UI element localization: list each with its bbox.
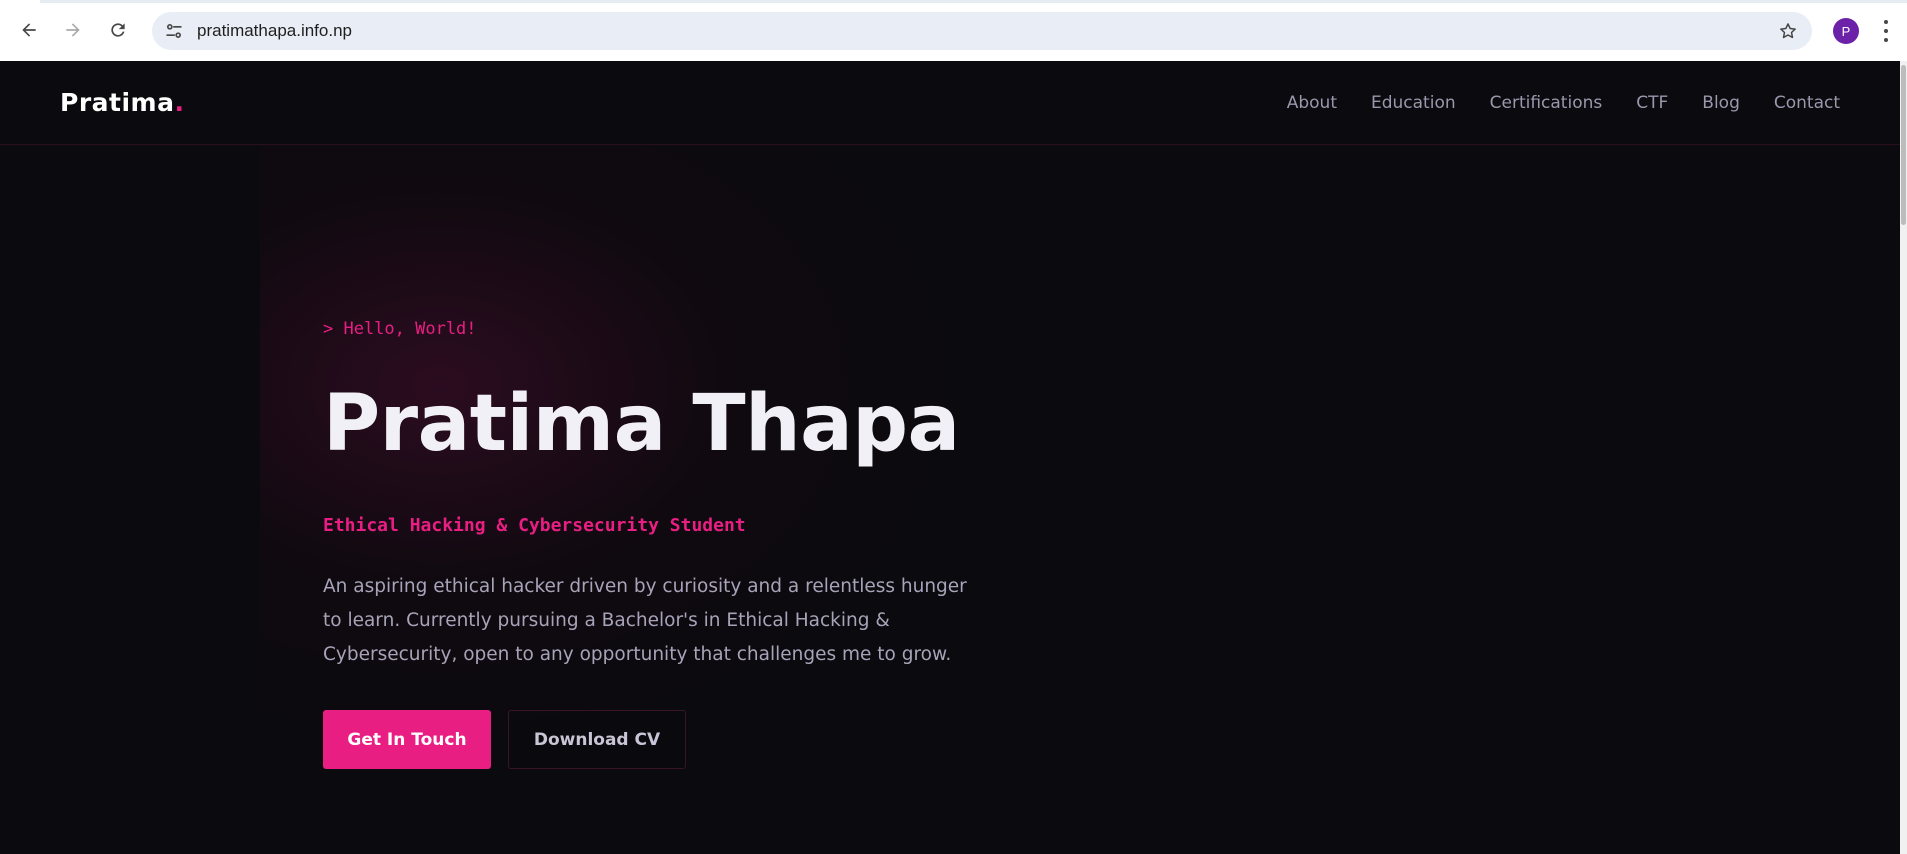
- logo-dot: .: [174, 88, 185, 117]
- hero-bio: An aspiring ethical hacker driven by cur…: [323, 576, 967, 665]
- hero-greeting: > Hello, World!: [323, 319, 477, 339]
- browser-chrome: pratimathapa.info.np P: [0, 0, 1907, 61]
- hero-name: Pratima Thapa: [323, 379, 960, 469]
- url-text[interactable]: pratimathapa.info.np: [197, 21, 352, 41]
- get-in-touch-button[interactable]: Get In Touch: [323, 710, 491, 769]
- tune-icon[interactable]: [164, 21, 184, 41]
- logo-text: Pratima: [60, 88, 175, 117]
- hero-section: > Hello, World! Pratima Thapa Ethical Ha…: [323, 61, 1023, 854]
- address-bar[interactable]: pratimathapa.info.np: [152, 12, 1812, 50]
- nav-link-contact[interactable]: Contact: [1774, 93, 1840, 113]
- scrollbar-thumb[interactable]: [1901, 65, 1906, 225]
- back-button[interactable]: [13, 14, 45, 46]
- site-nav-links: About Education Certifications CTF Blog …: [1287, 93, 1840, 113]
- nav-link-about[interactable]: About: [1287, 93, 1337, 113]
- site-logo[interactable]: Pratima.: [60, 88, 184, 117]
- nav-link-certifications[interactable]: Certifications: [1490, 93, 1603, 113]
- reload-icon: [111, 23, 125, 37]
- nav-link-blog[interactable]: Blog: [1702, 93, 1740, 113]
- download-cv-button[interactable]: Download CV: [508, 710, 686, 769]
- arrow-right-icon: [66, 23, 80, 37]
- web-page: Pratima. About Education Certifications …: [0, 61, 1900, 854]
- arrow-left-icon: [22, 23, 36, 37]
- profile-avatar[interactable]: P: [1833, 18, 1859, 44]
- page-scrollbar[interactable]: [1900, 61, 1907, 854]
- hero-role: Ethical Hacking & Cybersecurity Student: [323, 515, 746, 536]
- nav-link-education[interactable]: Education: [1371, 93, 1456, 113]
- nav-link-ctf[interactable]: CTF: [1636, 93, 1668, 113]
- kebab-menu-icon[interactable]: [1883, 20, 1889, 42]
- star-icon[interactable]: [1778, 21, 1798, 41]
- forward-button[interactable]: [57, 14, 89, 46]
- tab-strip-edge: [0, 0, 1907, 3]
- reload-button[interactable]: [102, 14, 134, 46]
